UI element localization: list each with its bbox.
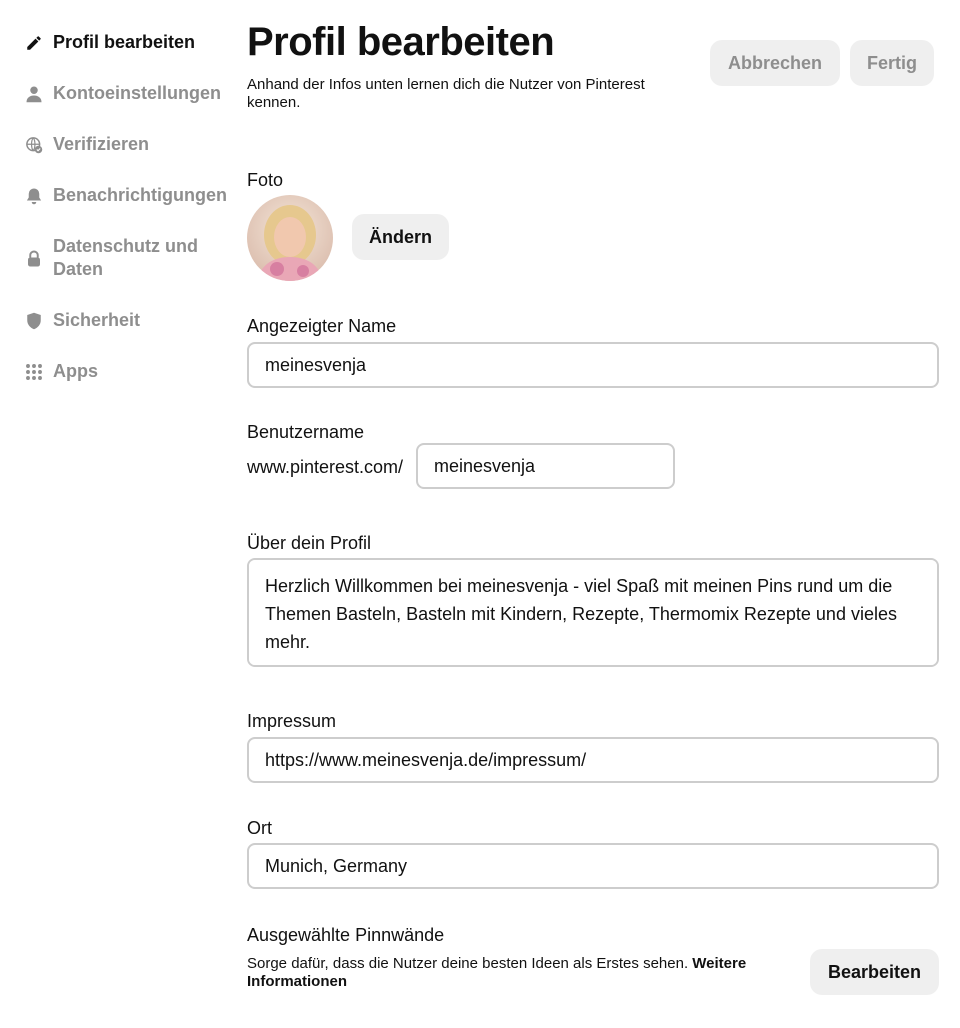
- sidebar-item-apps[interactable]: Apps: [24, 360, 98, 383]
- sidebar-item-label: Datenschutz und Daten: [53, 236, 199, 279]
- sidebar-item-label: Benachrichtigungen: [53, 185, 228, 205]
- sidebar-item-label: Profil bearbeiten: [53, 32, 196, 52]
- apps-grid-icon: [24, 362, 44, 382]
- photo-label: Foto: [247, 170, 284, 190]
- sidebar-item-label: Verifizieren: [53, 134, 150, 154]
- cancel-button[interactable]: Abbrechen: [710, 40, 840, 86]
- bell-icon: [24, 186, 44, 206]
- about-textarea[interactable]: Herzlich Willkommen bei meinesvenja - vi…: [247, 558, 939, 667]
- lock-icon: [24, 249, 44, 269]
- sidebar-item-label: Kontoeinstellungen: [53, 83, 221, 103]
- username-url-prefix: www.pinterest.com/: [247, 457, 404, 477]
- page-subtitle: Anhand der Infos unten lernen dich die N…: [247, 76, 645, 111]
- about-label: Über dein Profil: [247, 533, 372, 553]
- page-title: Profil bearbeiten: [247, 20, 555, 64]
- edit-featured-boards-button[interactable]: Bearbeiten: [810, 949, 939, 995]
- globe-check-icon: [24, 135, 44, 155]
- sidebar-item-notifications[interactable]: Benachrichtigungen: [24, 184, 227, 207]
- location-label: Ort: [247, 818, 272, 838]
- location-input[interactable]: [247, 843, 939, 889]
- sidebar-item-verify[interactable]: Verifizieren: [24, 133, 149, 156]
- imprint-input[interactable]: [247, 737, 939, 783]
- imprint-label: Impressum: [247, 711, 337, 731]
- sidebar-item-security[interactable]: Sicherheit: [24, 309, 140, 332]
- display-name-input[interactable]: [247, 342, 939, 388]
- sidebar-item-edit-profile[interactable]: Profil bearbeiten: [24, 31, 195, 54]
- avatar: [247, 195, 333, 281]
- featured-boards-label: Ausgewählte Pinnwände: [247, 925, 445, 945]
- sidebar-item-label: Sicherheit: [53, 310, 141, 330]
- username-label: Benutzername: [247, 422, 365, 442]
- change-photo-button[interactable]: Ändern: [352, 214, 449, 260]
- person-icon: [24, 84, 44, 104]
- sidebar-item-privacy-data[interactable]: Datenschutz und Daten: [24, 235, 209, 281]
- username-input[interactable]: [416, 443, 675, 489]
- pencil-icon: [24, 33, 44, 53]
- sidebar-item-account-settings[interactable]: Kontoeinstellungen: [24, 82, 221, 105]
- featured-boards-help: Sorge dafür, dass die Nutzer deine beste…: [247, 955, 807, 991]
- sidebar-item-label: Apps: [53, 361, 98, 381]
- shield-icon: [24, 311, 44, 331]
- featured-boards-help-text: Sorge dafür, dass die Nutzer deine beste…: [247, 955, 689, 972]
- done-button[interactable]: Fertig: [850, 40, 934, 86]
- display-name-label: Angezeigter Name: [247, 316, 397, 336]
